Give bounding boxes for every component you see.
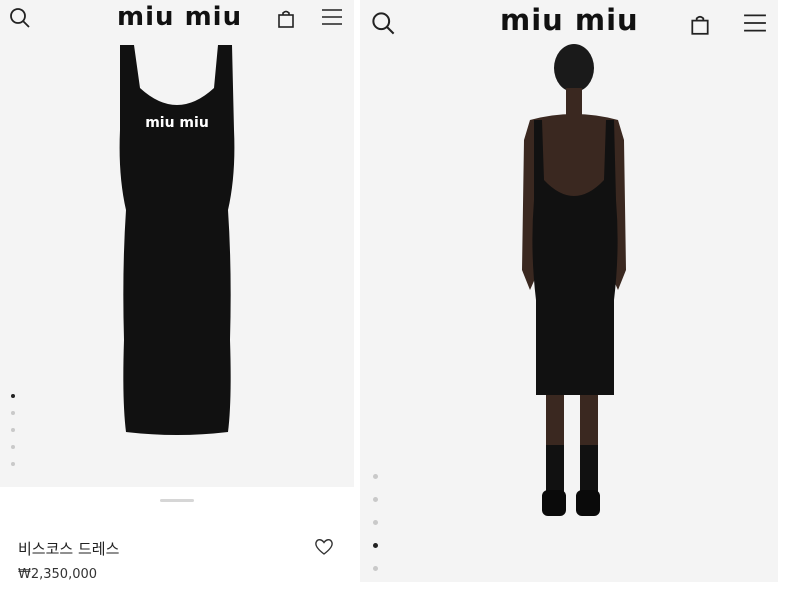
hamburger-menu-icon[interactable]	[743, 13, 767, 37]
carousel-dot[interactable]	[373, 497, 378, 502]
carousel-indicator	[11, 394, 15, 466]
carousel-dot[interactable]	[373, 543, 378, 548]
model-back-image	[522, 44, 626, 516]
product-screen-right: miu miu	[360, 0, 778, 582]
product-image-back[interactable]	[360, 0, 778, 582]
carousel-dot[interactable]	[373, 474, 378, 479]
brand-logo[interactable]: miu miu	[117, 2, 242, 32]
product-title: 비스코스 드레스	[18, 540, 120, 558]
carousel-dot[interactable]	[11, 411, 15, 415]
product-price: ₩2,350,000	[18, 567, 98, 582]
drag-handle[interactable]	[160, 499, 194, 502]
search-icon[interactable]	[8, 6, 32, 34]
heart-icon[interactable]	[314, 538, 334, 560]
carousel-dot[interactable]	[11, 462, 15, 466]
product-screen-left: miu miu miu miu 비스코스 드레스 ₩2,350,000	[0, 0, 354, 612]
carousel-dot[interactable]	[11, 445, 15, 449]
brand-logo[interactable]: miu miu	[500, 3, 639, 37]
carousel-indicator	[373, 474, 378, 571]
product-image-front[interactable]: miu miu	[0, 0, 354, 487]
dress-logo-print: miu miu	[145, 115, 209, 131]
dress-front-image: miu miu	[119, 45, 235, 435]
carousel-dot[interactable]	[373, 520, 378, 525]
shopping-bag-icon[interactable]	[689, 14, 711, 40]
carousel-dot[interactable]	[373, 566, 378, 571]
shopping-bag-icon[interactable]	[276, 9, 296, 33]
carousel-dot[interactable]	[11, 428, 15, 432]
carousel-dot[interactable]	[11, 394, 15, 398]
hamburger-menu-icon[interactable]	[321, 8, 343, 30]
search-icon[interactable]	[370, 10, 397, 41]
